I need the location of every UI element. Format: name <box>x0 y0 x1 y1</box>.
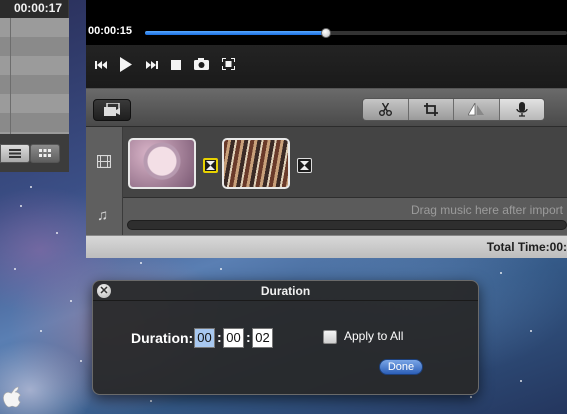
crop-tool[interactable] <box>408 99 454 120</box>
transport-controls <box>86 45 567 89</box>
list-view-icon <box>9 149 21 158</box>
total-time: Total Time:00: <box>486 240 567 254</box>
scrubber-row: 00:00:15 <box>86 21 567 45</box>
fullscreen-icon <box>221 57 236 71</box>
fullscreen-button[interactable] <box>221 57 236 73</box>
hours-field[interactable]: 00 <box>194 328 215 348</box>
scrubber-handle[interactable] <box>321 28 332 38</box>
transition-icon <box>300 161 309 170</box>
list-view-button[interactable] <box>0 144 30 163</box>
track-headers: ♫ <box>86 127 123 235</box>
duration-label: Duration: <box>131 330 194 346</box>
video-preview <box>86 0 567 21</box>
library-time: 00:00:17 <box>0 0 68 18</box>
status-bar: Total Time:00: <box>86 235 567 258</box>
clip-thumbnail[interactable] <box>128 138 196 189</box>
library-pane: 00:00:17 <box>0 0 69 172</box>
transition-button[interactable] <box>297 158 312 173</box>
edit-tools-segment <box>362 98 545 121</box>
music-track-bar <box>127 220 567 230</box>
play-icon <box>120 57 132 72</box>
camera-icon <box>194 58 209 70</box>
effects-icon <box>468 103 485 116</box>
library-list[interactable] <box>0 18 69 134</box>
clip-thumbnail[interactable] <box>222 138 290 189</box>
music-note-icon: ♫ <box>97 207 109 224</box>
apple-logo-icon <box>3 386 21 408</box>
film-strip-icon <box>96 154 112 171</box>
trim-tool[interactable] <box>363 99 409 120</box>
previous-button[interactable] <box>95 59 107 73</box>
transition-button[interactable] <box>203 158 218 173</box>
voiceover-tool[interactable] <box>499 99 544 120</box>
seconds-field[interactable]: 02 <box>252 328 273 348</box>
next-icon <box>146 61 158 69</box>
editor-window: 00:00:15 ♫ Drag music here after import … <box>86 0 567 258</box>
scrubber-track[interactable] <box>145 28 567 38</box>
duration-dialog: Duration ✕ Duration: 00 : 00 : 02 Apply … <box>92 280 479 395</box>
previous-icon <box>95 61 107 69</box>
apply-to-all-label[interactable]: Apply to All <box>344 329 403 343</box>
media-browser-button[interactable] <box>93 99 131 121</box>
media-browser-icon <box>104 103 120 116</box>
stop-button[interactable] <box>171 59 181 73</box>
video-track[interactable] <box>123 127 567 198</box>
stop-icon <box>171 60 181 70</box>
grid-view-button[interactable] <box>30 144 60 163</box>
crop-icon <box>423 103 438 116</box>
scissors-icon <box>378 103 392 116</box>
grid-view-icon <box>39 149 51 157</box>
minutes-field[interactable]: 00 <box>223 328 244 348</box>
effects-tool[interactable] <box>454 99 500 120</box>
next-button[interactable] <box>146 59 158 73</box>
scrubber-progress <box>145 31 327 35</box>
edit-toolbar <box>86 89 567 127</box>
music-track[interactable]: Drag music here after import <box>123 198 567 235</box>
current-time: 00:00:15 <box>88 25 133 37</box>
play-button[interactable] <box>119 57 132 75</box>
transition-icon <box>206 161 215 170</box>
time-separator: : <box>246 329 251 345</box>
microphone-icon <box>516 102 528 117</box>
snapshot-button[interactable] <box>194 58 209 73</box>
apply-to-all-checkbox[interactable] <box>323 330 337 344</box>
close-icon: ✕ <box>99 284 109 297</box>
close-button[interactable]: ✕ <box>97 284 111 298</box>
library-footer <box>0 134 69 172</box>
done-button[interactable]: Done <box>379 359 423 375</box>
dialog-title: Duration <box>93 281 478 301</box>
music-drop-hint: Drag music here after import <box>410 203 563 217</box>
timeline: ♫ Drag music here after import <box>86 127 567 235</box>
time-separator: : <box>217 329 222 345</box>
